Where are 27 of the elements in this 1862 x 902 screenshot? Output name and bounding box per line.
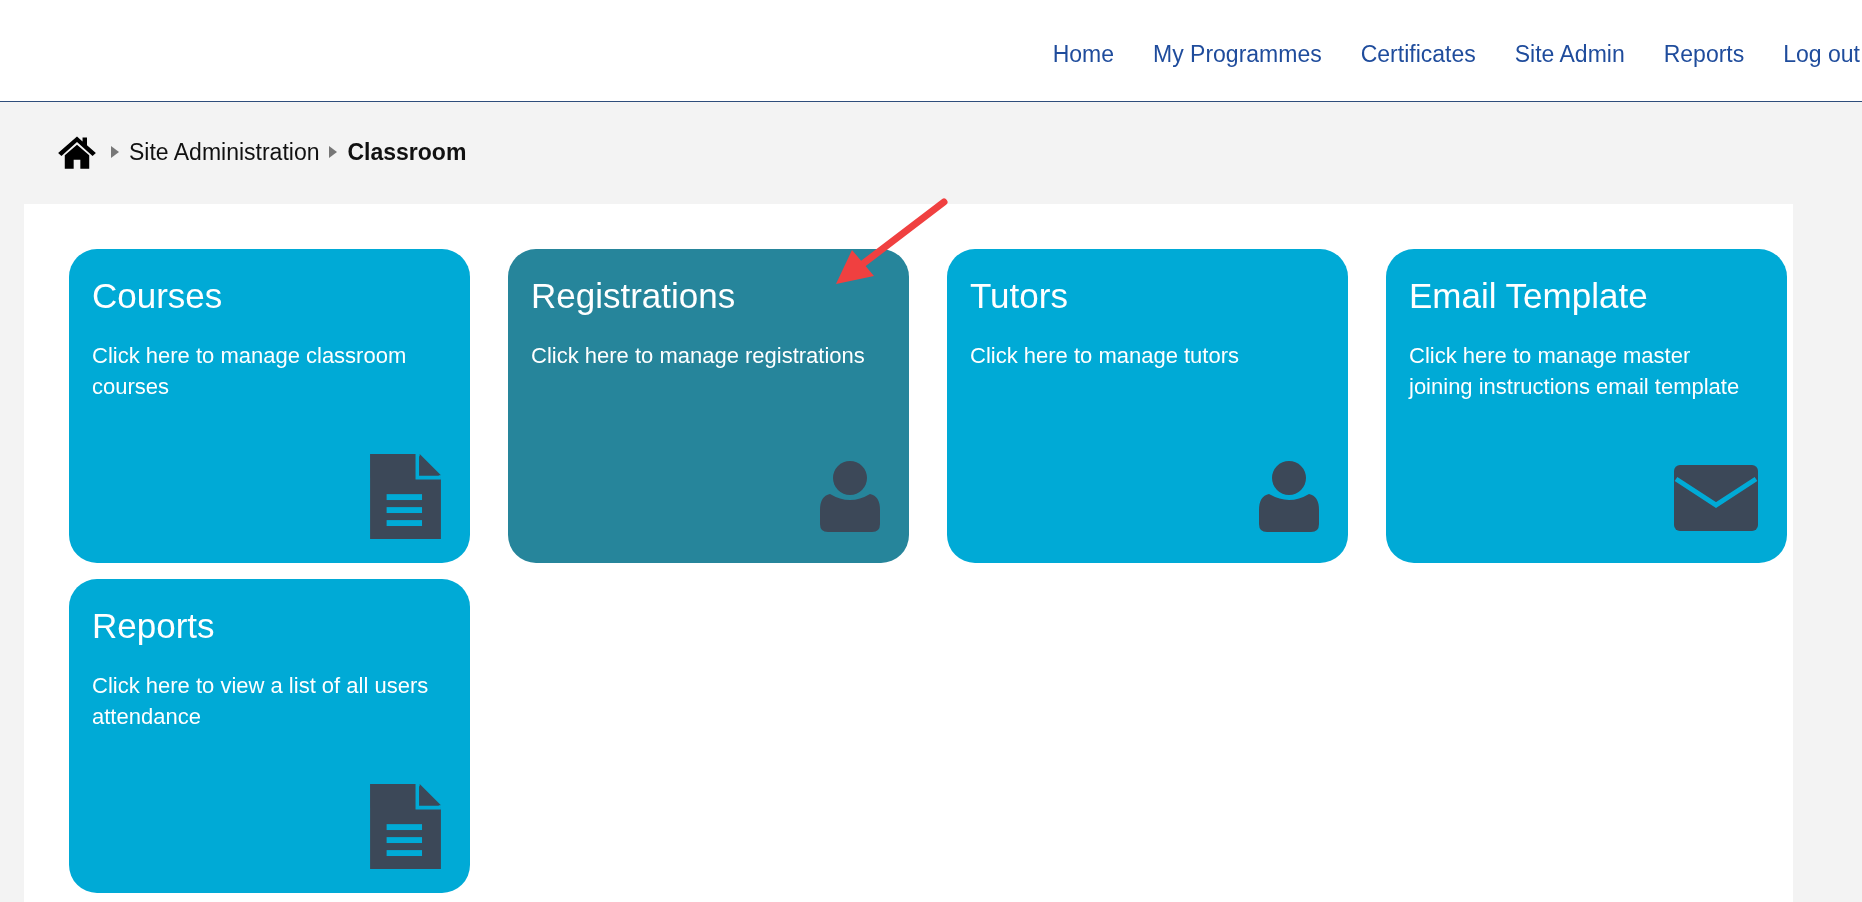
envelope-icon — [1674, 465, 1758, 531]
nav-link[interactable]: Certificates — [1360, 41, 1476, 68]
nav-link[interactable]: My Programmes — [1153, 41, 1322, 68]
home-icon[interactable] — [57, 134, 97, 170]
breadcrumb-link[interactable]: Site Administration — [129, 138, 320, 166]
nav-link[interactable]: Reports — [1663, 41, 1745, 68]
chevron-icon — [329, 146, 338, 158]
card-title: Email Template — [1409, 275, 1649, 317]
nav-link[interactable]: Log out — [1783, 41, 1860, 68]
person-icon — [820, 460, 880, 532]
nav-link[interactable]: Home — [1052, 41, 1114, 68]
person-icon — [1259, 460, 1319, 532]
nav-link[interactable]: Site Admin — [1514, 41, 1625, 68]
card-description: Click here to manage classroom courses — [92, 342, 408, 401]
document-icon — [370, 784, 441, 869]
card-description: Click here to manage tutors — [970, 342, 1241, 370]
document-icon — [370, 454, 441, 539]
card-title: Courses — [92, 275, 224, 317]
card-title: Tutors — [970, 275, 1069, 317]
card-title: Registrations — [531, 275, 737, 317]
card-description: Click here to manage master joining instructions email template — [1409, 342, 1741, 401]
tile-card[interactable]: Registrations Click here to manage registrations — [508, 249, 909, 563]
chevron-icon — [111, 146, 119, 158]
breadcrumb-current: Classroom — [347, 138, 467, 166]
card-title: Reports — [92, 605, 216, 647]
card-description: Click here to view a list of all users attendance — [92, 672, 430, 731]
card-description: Click here to manage registrations — [531, 342, 866, 370]
